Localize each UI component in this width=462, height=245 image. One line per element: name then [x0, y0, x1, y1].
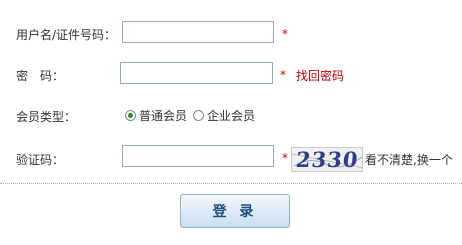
captcha-refresh-link[interactable]: 看不清楚,换一个	[365, 151, 453, 168]
member-type-radio-group: 普通会员 企业会员	[125, 107, 255, 124]
radio-unchecked-icon[interactable]	[193, 110, 205, 121]
captcha-input[interactable]	[122, 145, 274, 167]
username-input[interactable]	[122, 21, 274, 43]
username-required-mark: *	[282, 27, 288, 41]
member-type-label: 会员类型：	[16, 110, 77, 124]
forgot-password-link[interactable]: 找回密码	[296, 67, 344, 84]
member-type-option-regular[interactable]: 普通会员	[125, 107, 187, 124]
password-required-mark: *	[280, 68, 286, 82]
captcha-image[interactable]: 2330	[291, 147, 363, 172]
radio-checked-icon[interactable]	[125, 110, 136, 121]
login-button[interactable]: 登 录	[180, 194, 290, 228]
form-divider	[0, 183, 462, 184]
member-type-option-label: 普通会员	[139, 109, 188, 123]
captcha-required-mark: *	[282, 151, 288, 165]
member-type-option-label: 企业会员	[207, 109, 256, 123]
username-label: 用户名/证件号码：	[16, 28, 117, 42]
member-type-option-enterprise[interactable]: 企业会员	[193, 107, 255, 124]
password-label: 密 码：	[16, 69, 65, 83]
captcha-label: 验证码：	[16, 153, 65, 167]
captcha-text: 2330	[294, 147, 360, 172]
password-input[interactable]	[120, 62, 273, 84]
